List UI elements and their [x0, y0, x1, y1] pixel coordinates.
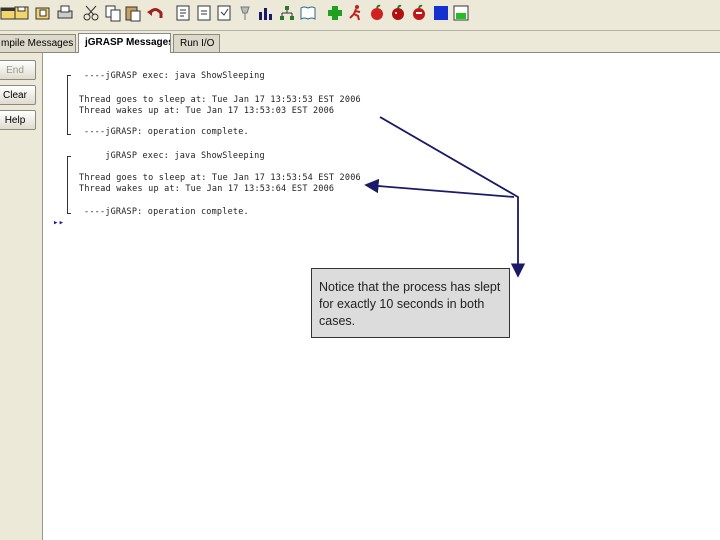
tab-jgrasp-messages[interactable]: jGRASP Messages [78, 33, 171, 53]
help-button[interactable]: Help [0, 110, 36, 130]
chart-icon[interactable] [257, 4, 275, 22]
tree-icon[interactable] [278, 4, 296, 22]
console-line: Thread goes to sleep at: Tue Jan 17 13:5… [79, 95, 361, 105]
console-line: ----jGRASP: operation complete. [84, 127, 249, 137]
run-bracket-bottom [67, 213, 71, 214]
compile-icon[interactable] [215, 4, 233, 22]
console-line: ----jGRASP: operation complete. [84, 207, 249, 217]
toolbar [0, 0, 720, 31]
tab-run-io[interactable]: Run I/O [173, 34, 220, 52]
pin-icon[interactable] [236, 4, 254, 22]
annotation-callout: Notice that the process has slept for ex… [311, 268, 510, 338]
debug-icon[interactable] [368, 4, 386, 22]
console-line: jGRASP exec: java ShowSleeping [84, 151, 265, 161]
stop-icon[interactable] [410, 4, 428, 22]
console-line: Thread wakes up at: Tue Jan 17 13:53:03 … [79, 106, 335, 116]
add-icon[interactable] [326, 4, 344, 22]
callout-text: Notice that the process has slept for ex… [319, 280, 501, 328]
run-icon[interactable] [347, 4, 365, 22]
green-square-icon[interactable] [452, 4, 470, 22]
run-bracket-top [67, 75, 71, 76]
run-bracket [67, 156, 68, 214]
open-folder-icon[interactable] [34, 4, 52, 22]
console-line: Thread wakes up at: Tue Jan 17 13:53:64 … [79, 184, 335, 194]
tab-compile-messages[interactable]: mpile Messages [0, 34, 76, 52]
book-icon[interactable] [299, 4, 317, 22]
document-icon[interactable] [195, 4, 213, 22]
step-icon[interactable] [389, 4, 407, 22]
square-icon[interactable] [432, 4, 450, 22]
undo-icon[interactable] [146, 4, 164, 22]
generate-icon[interactable] [174, 4, 192, 22]
end-button[interactable]: End [0, 60, 36, 80]
run-bracket [67, 75, 68, 135]
paste-icon[interactable] [124, 4, 142, 22]
console-line: Thread goes to sleep at: Tue Jan 17 13:5… [79, 173, 361, 183]
side-button-panel: End Clear Help [0, 53, 43, 540]
cut-icon[interactable] [82, 4, 100, 22]
print-icon[interactable] [56, 4, 74, 22]
save-icon[interactable] [13, 4, 31, 22]
run-bracket-top [67, 156, 71, 157]
run-bracket-bottom [67, 134, 71, 135]
message-tabs: mpile Messages jGRASP Messages Run I/O [0, 31, 720, 53]
console-line: ----jGRASP exec: java ShowSleeping [84, 71, 265, 81]
copy-icon[interactable] [104, 4, 122, 22]
prompt-marker: ▸▸ [53, 218, 65, 228]
clear-button[interactable]: Clear [0, 85, 36, 105]
